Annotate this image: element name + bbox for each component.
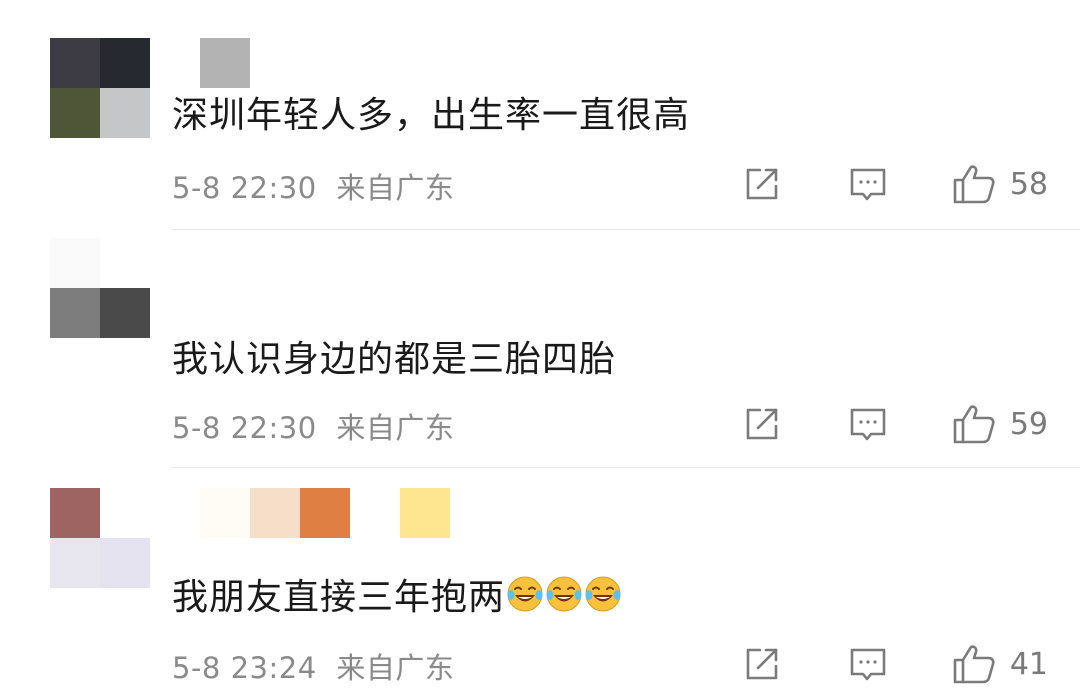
username-blurred[interactable] — [200, 38, 250, 88]
avatar[interactable] — [50, 488, 150, 588]
comment-text: 我朋友直接三年抱两 — [172, 568, 622, 620]
comment-location: 来自广东 — [336, 651, 455, 685]
comment-actions: 41 — [742, 642, 1048, 686]
comment-location: 来自广东 — [336, 171, 455, 205]
like-count: 58 — [1009, 166, 1048, 202]
comment-time: 5-8 22:30 — [172, 411, 317, 445]
reply-button[interactable] — [848, 164, 888, 204]
comment-item: 我朋友直接三年抱两 5-8 23:24 来自广东 41 — [0, 468, 1080, 688]
thumbs-up-icon — [953, 405, 995, 444]
comment-item: 我认识身边的都是三胎四胎 5-8 22:30 来自广东 59 — [0, 230, 1080, 468]
avatar-fragment — [100, 288, 150, 338]
laughing-crying-emoji — [507, 576, 543, 612]
comment-meta: 5-8 22:30 来自广东 — [172, 405, 454, 447]
comment-icon — [850, 648, 886, 681]
comment-meta: 5-8 22:30 来自广东 — [172, 165, 454, 207]
thumbs-up-icon — [953, 645, 995, 684]
thumbs-up-icon — [953, 165, 995, 204]
comment-time: 5-8 22:30 — [172, 171, 317, 205]
username-blurred[interactable] — [200, 488, 450, 538]
comment-item: 深圳年轻人多，出生率一直很高 5-8 22:30 来自广东 58 — [0, 0, 1080, 230]
share-button[interactable] — [742, 404, 782, 444]
like-button[interactable]: 58 — [952, 163, 1048, 205]
comment-text: 深圳年轻人多，出生率一直很高 — [172, 95, 691, 136]
like-button[interactable]: 41 — [952, 643, 1048, 685]
laughing-crying-emoji — [546, 576, 582, 612]
comment-text-body: 我朋友直接三年抱两 — [172, 577, 506, 618]
share-button[interactable] — [742, 644, 782, 684]
comment-icon — [850, 168, 886, 201]
like-button[interactable]: 59 — [952, 403, 1048, 445]
comment-meta: 5-8 23:24 来自广东 — [172, 645, 454, 687]
comment-text: 我认识身边的都是三胎四胎 — [172, 339, 617, 380]
like-count: 41 — [1009, 646, 1048, 682]
share-icon — [746, 408, 778, 440]
avatar[interactable] — [50, 38, 150, 138]
share-icon — [746, 648, 778, 680]
reply-button[interactable] — [848, 644, 888, 684]
share-button[interactable] — [742, 164, 782, 204]
comment-icon — [850, 408, 886, 441]
reply-button[interactable] — [848, 404, 888, 444]
share-icon — [746, 168, 778, 200]
comment-location: 来自广东 — [336, 411, 455, 445]
comment-actions: 59 — [742, 402, 1048, 446]
emoji-group — [505, 576, 622, 618]
laughing-crying-emoji — [585, 576, 621, 612]
comment-time: 5-8 23:24 — [172, 651, 317, 685]
comment-actions: 58 — [742, 162, 1048, 206]
like-count: 59 — [1009, 406, 1048, 442]
avatar-fragment — [50, 238, 100, 288]
